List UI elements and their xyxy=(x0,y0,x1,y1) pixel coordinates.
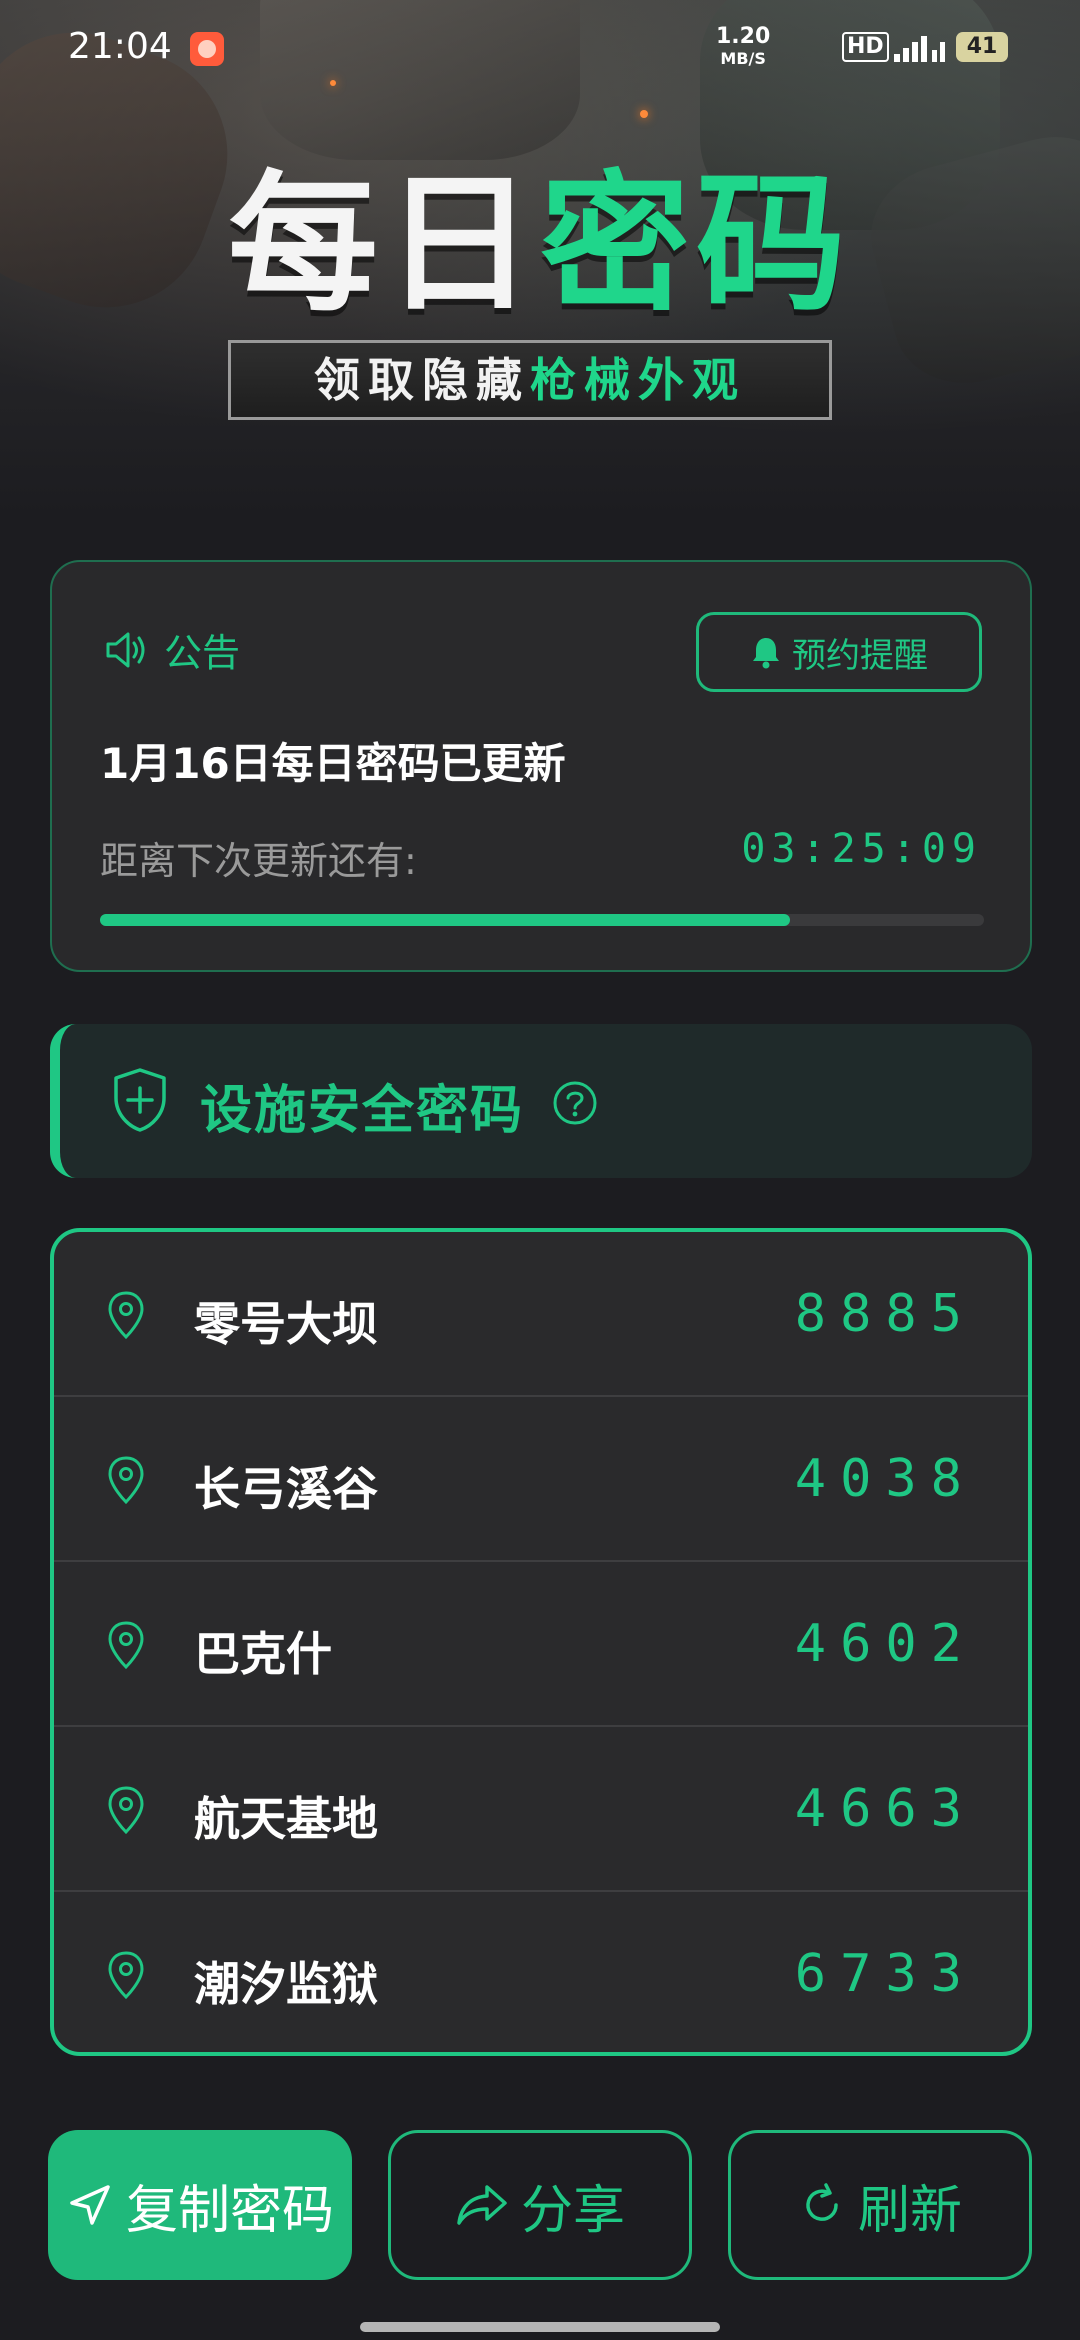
announcement-title: 1月16日每日密码已更新 xyxy=(100,739,566,788)
refresh-button[interactable]: 刷新 xyxy=(728,2130,1032,2280)
location-pin-icon xyxy=(108,1951,144,2000)
hero-title-white: 每日 xyxy=(227,158,540,332)
shield-plus-icon xyxy=(114,1068,166,1132)
section-header: 设施安全密码 xyxy=(50,1024,1032,1178)
facility-code: 8885 xyxy=(794,1284,976,1344)
hero-title: 每日密码 xyxy=(0,165,1080,325)
hero-subtitle-white: 领取隐藏 xyxy=(314,353,530,407)
facility-name: 巴克什 xyxy=(194,1627,332,1681)
code-row[interactable]: 潮汐监狱 6733 xyxy=(54,1892,1028,2052)
remind-button[interactable]: 预约提醒 xyxy=(696,612,982,692)
facility-name: 长弓溪谷 xyxy=(194,1462,378,1516)
hero-subtitle-green: 枪械外观 xyxy=(530,353,746,407)
hero-title-green: 密码 xyxy=(540,158,853,332)
countdown-label: 距离下次更新还有: xyxy=(100,839,417,883)
facility-name: 航天基地 xyxy=(194,1792,378,1846)
code-row[interactable]: 巴克什 4602 xyxy=(54,1562,1028,1727)
countdown-timer: 03:25:09 xyxy=(741,826,982,872)
app-notification-icon xyxy=(190,32,224,66)
share-button[interactable]: 分享 xyxy=(388,2130,692,2280)
send-arrow-icon xyxy=(70,2185,110,2225)
code-row[interactable]: 航天基地 4663 xyxy=(54,1727,1028,1892)
location-pin-icon xyxy=(108,1786,144,1835)
facility-code-list: 零号大坝 8885 长弓溪谷 4038 巴克什 4602 航天基地 4663 潮… xyxy=(50,1228,1032,2056)
announcement-header: 公告 xyxy=(104,622,240,677)
facility-name: 零号大坝 xyxy=(194,1297,378,1351)
update-progress-bar xyxy=(100,914,984,926)
network-speed-unit: MB/S xyxy=(720,49,766,68)
facility-code: 4602 xyxy=(794,1614,976,1674)
location-pin-icon xyxy=(108,1291,144,1340)
copy-password-label: 复制密码 xyxy=(125,2180,334,2241)
refresh-icon xyxy=(806,2183,838,2221)
code-row[interactable]: 零号大坝 8885 xyxy=(54,1232,1028,1397)
hd-indicator: HD xyxy=(842,32,889,62)
announcement-card: 公告 预约提醒 1月16日每日密码已更新 距离下次更新还有: 03:25:09 xyxy=(50,560,1032,972)
hero-subtitle: 领取隐藏枪械外观 xyxy=(228,340,832,420)
help-icon[interactable] xyxy=(552,1080,598,1126)
facility-code: 6733 xyxy=(794,1944,976,2004)
copy-password-button[interactable]: 复制密码 xyxy=(48,2130,352,2280)
status-bar: 21:04 1.20 MB/S HD 41 xyxy=(0,0,1080,96)
signal-icon xyxy=(894,36,945,62)
remind-button-label: 预约提醒 xyxy=(792,635,928,676)
section-title: 设施安全密码 xyxy=(200,1081,525,1141)
announcement-label: 公告 xyxy=(164,631,241,675)
spark-decoration xyxy=(640,110,648,118)
location-pin-icon xyxy=(108,1456,144,1505)
facility-code: 4038 xyxy=(794,1449,976,1509)
home-indicator[interactable] xyxy=(360,2322,720,2332)
status-time: 21:04 xyxy=(68,26,172,67)
update-progress-fill xyxy=(100,914,790,926)
share-icon xyxy=(457,2185,507,2225)
speaker-icon xyxy=(106,632,145,667)
network-speed: 1.20 MB/S xyxy=(716,26,770,70)
bell-icon xyxy=(753,638,779,669)
network-speed-value: 1.20 xyxy=(716,24,771,49)
share-label: 分享 xyxy=(520,2180,625,2241)
refresh-label: 刷新 xyxy=(857,2180,962,2241)
daily-password-page: 每日密码 领取隐藏枪械外观 21:04 1.20 MB/S HD 41 公告 预… xyxy=(0,0,1080,2340)
facility-code: 4663 xyxy=(794,1779,976,1839)
facility-name: 潮汐监狱 xyxy=(194,1957,378,2011)
location-pin-icon xyxy=(108,1621,144,1670)
battery-indicator: 41 xyxy=(956,32,1008,62)
code-row[interactable]: 长弓溪谷 4038 xyxy=(54,1397,1028,1562)
